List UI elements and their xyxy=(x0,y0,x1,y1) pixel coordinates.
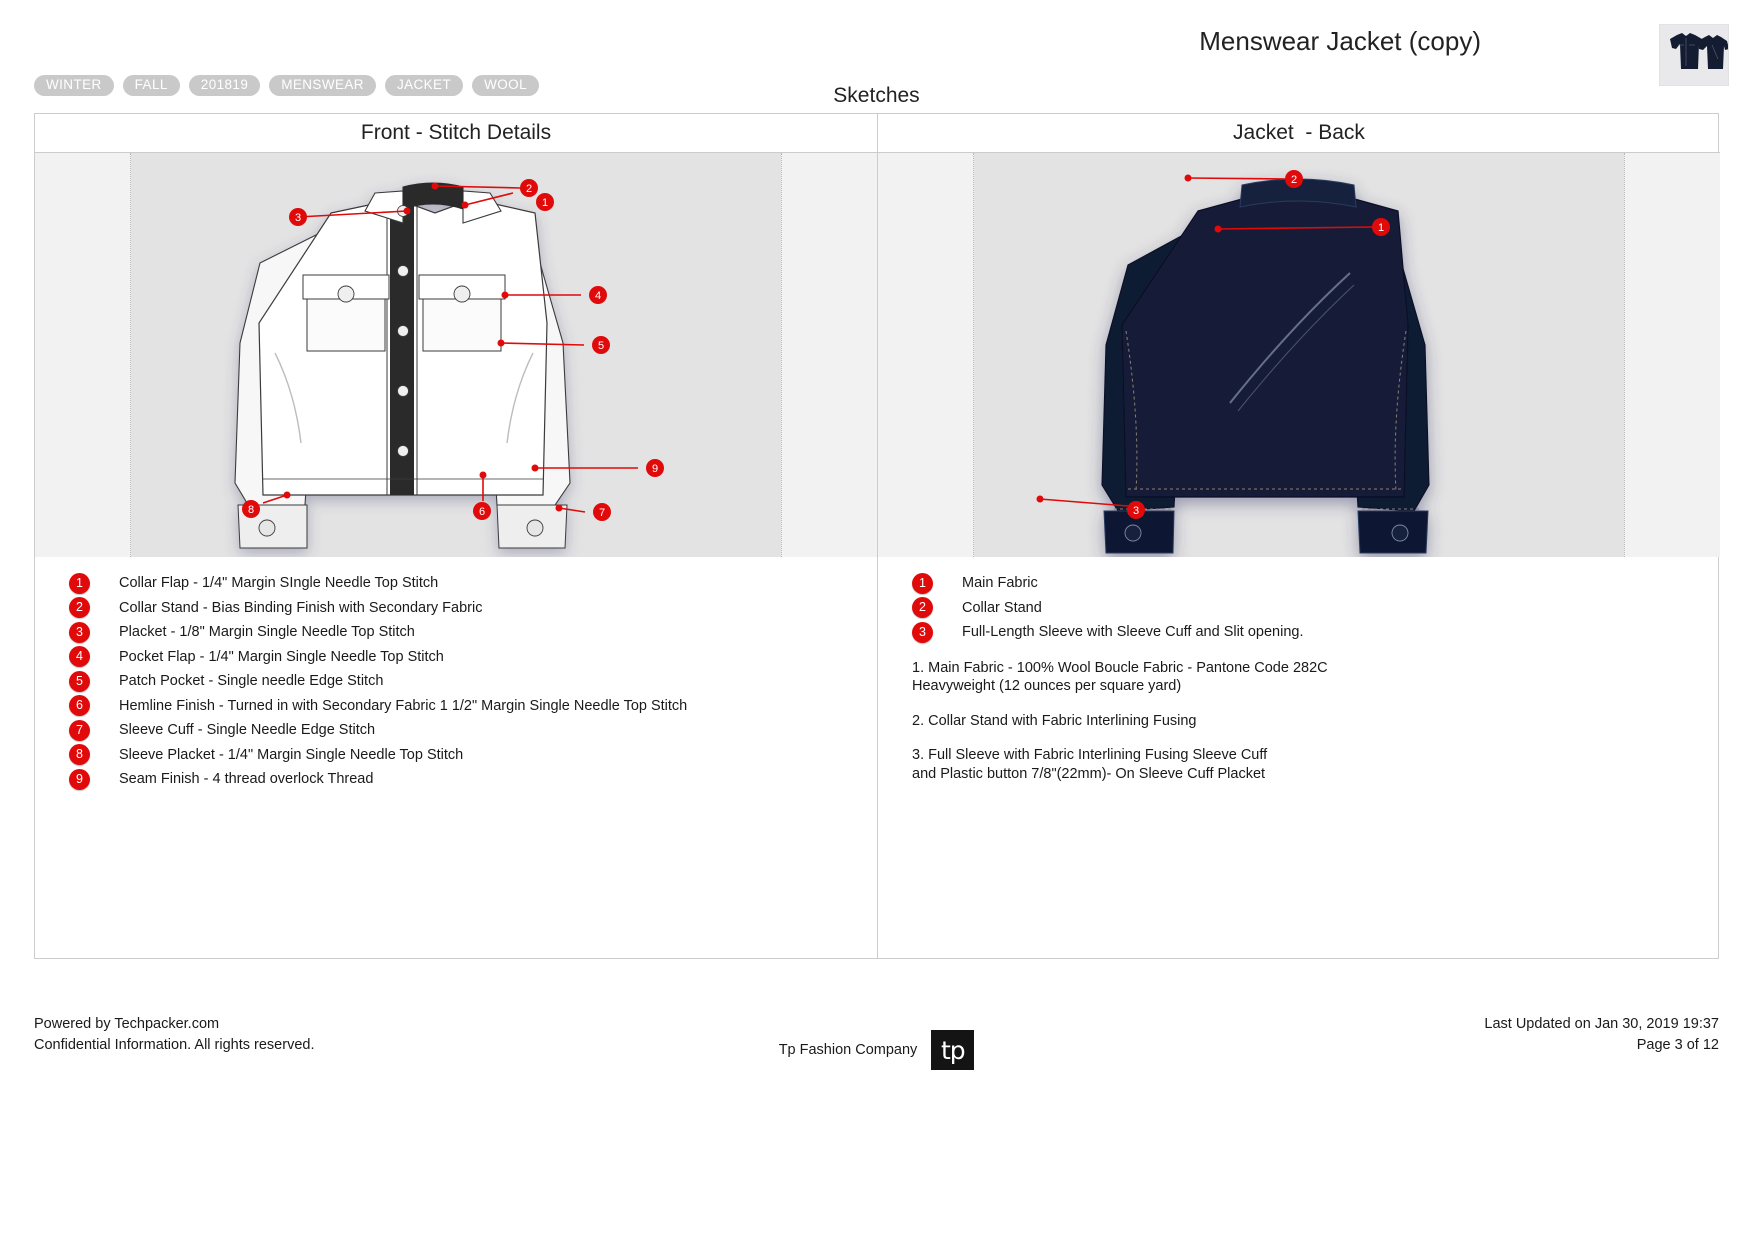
legend-text: Patch Pocket - Single needle Edge Stitch xyxy=(119,673,384,690)
page-footer: Powered by Techpacker.com Confidential I… xyxy=(0,1006,1753,1076)
legend-item: 2 Collar Stand xyxy=(878,596,1720,621)
legend-text: Collar Flap - 1/4" Margin SIngle Needle … xyxy=(119,575,439,592)
note-paragraph: 1. Main Fabric - 100% Wool Boucle Fabric… xyxy=(912,659,1328,695)
legend-item: 8 Sleeve Placket - 1/4" Margin Single Ne… xyxy=(35,743,877,768)
panel-back-title: Jacket - Back xyxy=(1233,121,1365,144)
back-sketch-canvas[interactable]: 2 1 3 xyxy=(878,153,1720,557)
legend-marker: 1 xyxy=(912,572,933,594)
company-name: Tp Fashion Company xyxy=(778,1042,918,1058)
front-jacket-drawing xyxy=(234,182,571,549)
legend-text: Sleeve Cuff - Single Needle Edge Stitch xyxy=(119,722,376,739)
logo-text: tp xyxy=(940,1035,966,1065)
legend-marker: 3 xyxy=(69,621,90,643)
legend-text: Seam Finish - 4 thread overlock Thread xyxy=(119,771,374,788)
sketch-sheet: Front - Stitch Details 2 1 3 4 5 6 7 8 9… xyxy=(34,113,1720,959)
legend-text: Collar Stand - Bias Binding Finish with … xyxy=(119,599,483,616)
note-paragraph: 2. Collar Stand with Fabric Interlining … xyxy=(912,712,1197,729)
legend-marker: 2 xyxy=(912,597,933,619)
front-sketch-canvas[interactable]: 2 1 3 4 5 6 7 8 9 xyxy=(35,153,877,557)
legend-text: Collar Stand xyxy=(962,599,1042,616)
legend-marker: 2 xyxy=(69,597,90,619)
panel-front-header: Front - Stitch Details xyxy=(35,114,877,153)
legend-text: Main Fabric xyxy=(962,575,1038,592)
legend-item: 9 Seam Finish - 4 thread overlock Thread xyxy=(35,767,877,792)
back-legend-list: 1 Main Fabric 2 Collar Stand 3 Full-Leng… xyxy=(878,557,1720,645)
front-legend-list: 1 Collar Flap - 1/4" Margin SIngle Needl… xyxy=(35,557,877,792)
panel-front: Front - Stitch Details 2 1 3 4 5 6 7 8 9… xyxy=(35,114,878,958)
legend-marker: 1 xyxy=(69,572,90,594)
panel-back: Jacket - Back 2 1 3 1 Main Fabric 2 Coll… xyxy=(878,114,1720,958)
legend-item: 3 Full-Length Sleeve with Sleeve Cuff an… xyxy=(878,620,1720,645)
page-title: Menswear Jacket (copy) xyxy=(1199,26,1481,56)
legend-item: 2 Collar Stand - Bias Binding Finish wit… xyxy=(35,596,877,621)
legend-item: 7 Sleeve Cuff - Single Needle Edge Stitc… xyxy=(35,718,877,743)
panel-back-header: Jacket - Back xyxy=(878,114,1720,153)
last-updated-text: Last Updated on Jan 30, 2019 19:37 xyxy=(1484,1016,1719,1032)
back-jacket-drawing xyxy=(1101,178,1430,554)
tech-pack-page: Menswear Jacket (copy) WINTER FALL 20181 xyxy=(0,0,1753,1240)
legend-marker: 4 xyxy=(69,646,90,668)
header-thumbnail[interactable] xyxy=(1659,24,1729,86)
panel-front-title: Front - Stitch Details xyxy=(360,121,552,144)
legend-text: Full-Length Sleeve with Sleeve Cuff and … xyxy=(962,624,1304,641)
legend-item: 6 Hemline Finish - Turned in with Second… xyxy=(35,694,877,719)
page-number-text: Page 3 of 12 xyxy=(1636,1037,1719,1053)
legend-text: Hemline Finish - Turned in with Secondar… xyxy=(119,697,688,714)
note-paragraph: 3. Full Sleeve with Fabric Interlining F… xyxy=(912,747,1268,782)
legend-item: 5 Patch Pocket - Single needle Edge Stit… xyxy=(35,669,877,694)
legend-marker: 3 xyxy=(912,621,933,643)
legend-item: 3 Placket - 1/8" Margin Single Needle To… xyxy=(35,620,877,645)
legend-marker: 8 xyxy=(69,744,90,766)
techpacker-logo-icon: tp xyxy=(931,1030,975,1070)
legend-item: 1 Main Fabric xyxy=(878,571,1720,596)
legend-item: 1 Collar Flap - 1/4" Margin SIngle Needl… xyxy=(35,571,877,596)
legend-item: 4 Pocket Flap - 1/4" Margin Single Needl… xyxy=(35,645,877,670)
back-notes: 1. Main Fabric - 100% Wool Boucle Fabric… xyxy=(878,645,1720,784)
legend-marker: 5 xyxy=(69,670,90,692)
legend-marker: 9 xyxy=(69,768,90,790)
legend-marker: 7 xyxy=(69,719,90,741)
legend-text: Placket - 1/8" Margin Single Needle Top … xyxy=(119,624,415,641)
page-header: Menswear Jacket (copy) WINTER FALL 20181 xyxy=(0,0,1753,108)
legend-marker: 6 xyxy=(69,695,90,717)
footer-right: Last Updated on Jan 30, 2019 19:37 Page … xyxy=(1484,1014,1719,1056)
section-title: Sketches xyxy=(833,84,920,107)
legend-text: Pocket Flap - 1/4" Margin Single Needle … xyxy=(119,648,444,665)
legend-text: Sleeve Placket - 1/4" Margin Single Need… xyxy=(119,746,464,763)
